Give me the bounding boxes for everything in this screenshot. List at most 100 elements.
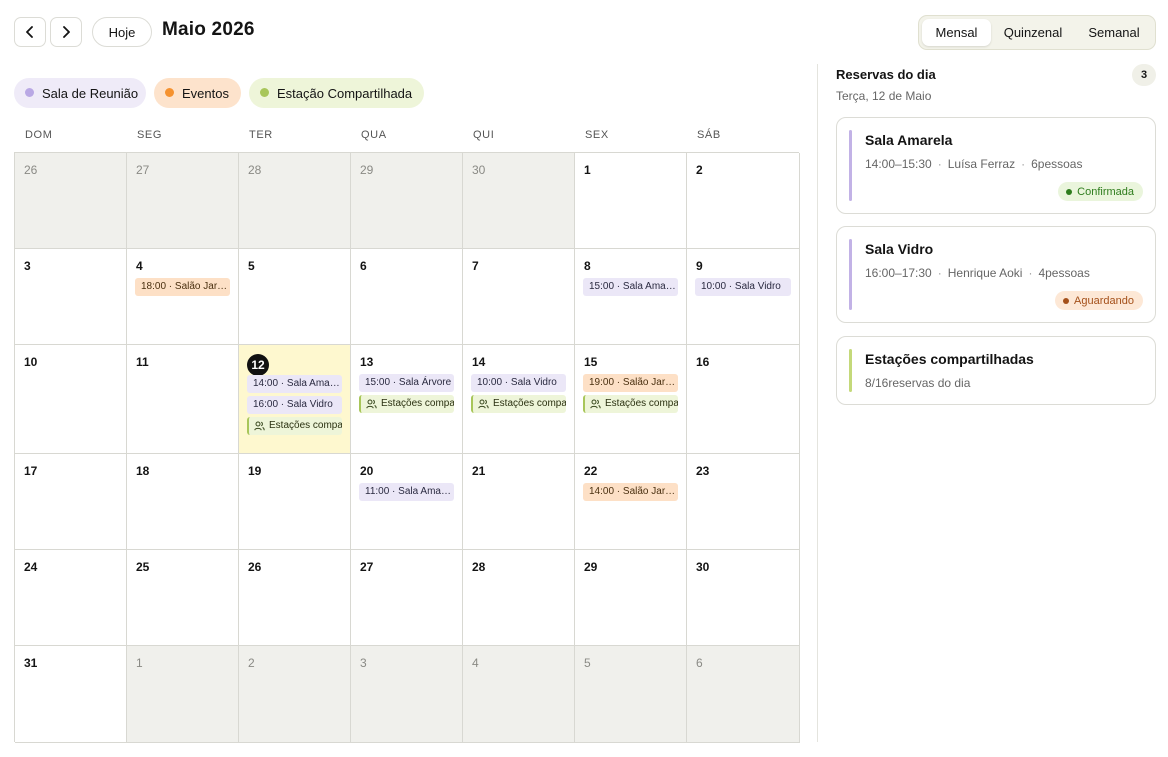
prev-month-button[interactable]: [14, 17, 46, 47]
view-tab-quinzenal[interactable]: Quinzenal: [995, 19, 1071, 46]
today-button[interactable]: Hoje: [92, 17, 152, 47]
meta-separator: ·: [937, 157, 942, 171]
day-cell[interactable]: 13 15:00 · Sala Árvore Estações compartilh…: [351, 345, 463, 454]
day-number: 1: [136, 656, 143, 670]
day-cell[interactable]: 16: [687, 345, 800, 454]
day-cell[interactable]: 24: [15, 550, 127, 646]
day-cell[interactable]: 27: [127, 153, 239, 249]
day-cell[interactable]: 18: [127, 454, 239, 550]
day-cell[interactable]: 31: [15, 646, 127, 743]
day-cell[interactable]: 14 10:00 · Sala Vidro Estações compartilha…: [463, 345, 575, 454]
shared-stations-event[interactable]: Estações compartilhadas: [471, 395, 566, 413]
day-cell[interactable]: 6: [351, 249, 463, 345]
day-cell[interactable]: 6: [687, 646, 800, 743]
next-month-button[interactable]: [50, 17, 82, 47]
day-cell[interactable]: 2: [239, 646, 351, 743]
shared-stations-card[interactable]: Estações compartilhadas 8/16reservas do d…: [836, 336, 1156, 405]
legend-dot: [260, 88, 269, 97]
booking-card[interactable]: Sala Amarela 14:00–15:30 · Luísa Ferraz · 6pe…: [836, 117, 1156, 214]
event-label: 18:00 · Salão Jardim: [141, 281, 230, 292]
day-cell[interactable]: 2: [687, 153, 800, 249]
booking-color-bar: [849, 239, 852, 310]
legend-chip[interactable]: Sala de Reunião: [14, 78, 146, 108]
booking-card[interactable]: Sala Vidro 16:00–17:30 · Henrique Aoki · 4pes…: [836, 226, 1156, 323]
day-cell[interactable]: 1: [127, 646, 239, 743]
day-cell[interactable]: 7: [463, 249, 575, 345]
event-booking[interactable]: 18:00 · Salão Jardim: [135, 278, 230, 296]
day-cell[interactable]: 5: [575, 646, 687, 743]
day-number: 24: [24, 560, 38, 574]
day-cell[interactable]: 5: [239, 249, 351, 345]
chevron-right-icon: [63, 26, 70, 38]
event-label: Estações compartilhadas: [269, 420, 342, 431]
booking-people: 4pessoas: [1038, 266, 1090, 280]
day-cell[interactable]: 3: [351, 646, 463, 743]
today-day-badge: 12: [247, 354, 269, 376]
day-cell[interactable]: 29: [575, 550, 687, 646]
day-cell[interactable]: 9 10:00 · Sala Vidro: [687, 249, 800, 345]
room-booking[interactable]: 16:00 · Sala Vidro: [247, 396, 342, 414]
day-cell[interactable]: 21: [463, 454, 575, 550]
day-number: 23: [696, 464, 710, 478]
day-cell[interactable]: 25: [127, 550, 239, 646]
day-cell[interactable]: 28: [463, 550, 575, 646]
day-number: 5: [248, 259, 255, 273]
day-number: 4: [472, 656, 479, 670]
day-cell[interactable]: 19: [239, 454, 351, 550]
day-cell[interactable]: 4 18:00 · Salão Jardim: [127, 249, 239, 345]
event-booking[interactable]: 19:00 · Salão Jardim: [583, 374, 678, 392]
day-cell[interactable]: 1: [575, 153, 687, 249]
booking-time: 16:00–17:30: [865, 266, 932, 280]
day-cell[interactable]: 15 19:00 · Salão Jardim Estações compartil…: [575, 345, 687, 454]
day-cell[interactable]: 30: [463, 153, 575, 249]
view-tab-semanal[interactable]: Semanal: [1075, 19, 1153, 46]
day-cell[interactable]: 17: [15, 454, 127, 550]
day-cell[interactable]: 22 14:00 · Salão Jardim: [575, 454, 687, 550]
room-booking[interactable]: 15:00 · Sala Árvore: [359, 374, 454, 392]
room-booking[interactable]: 10:00 · Sala Vidro: [695, 278, 791, 296]
status-label: Aguardando: [1074, 294, 1134, 307]
day-cell[interactable]: 3: [15, 249, 127, 345]
room-booking[interactable]: 10:00 · Sala Vidro: [471, 374, 566, 392]
day-number: 28: [248, 163, 262, 177]
day-number: 1: [584, 163, 591, 177]
room-booking[interactable]: 14:00 · Sala Amarela: [247, 375, 342, 393]
shared-stations-event[interactable]: Estações compartilhadas: [359, 395, 454, 413]
shared-stations-event[interactable]: Estações compartilhadas: [247, 417, 342, 435]
day-cell[interactable]: 23: [687, 454, 800, 550]
legend-dot: [25, 88, 34, 97]
room-booking[interactable]: 11:00 · Sala Amarela: [359, 483, 454, 501]
day-cell[interactable]: 26: [15, 153, 127, 249]
booking-people: 6pessoas: [1031, 157, 1083, 171]
room-booking[interactable]: 15:00 · Sala Amarela: [583, 278, 678, 296]
day-cell[interactable]: 26: [239, 550, 351, 646]
event-label: 16:00 · Sala Vidro: [253, 399, 333, 410]
status-label: Confirmada: [1077, 185, 1134, 198]
day-cell[interactable]: 11: [127, 345, 239, 454]
shared-stations-event[interactable]: Estações compartilhadas: [583, 395, 678, 413]
view-tab-mensal[interactable]: Mensal: [922, 19, 991, 46]
day-number: 20: [360, 464, 374, 478]
event-booking[interactable]: 14:00 · Salão Jardim: [583, 483, 678, 501]
legend-chip[interactable]: Estação Compartilhada: [249, 78, 424, 108]
weekday-label: SEG: [137, 129, 163, 141]
day-number: 14: [472, 355, 486, 369]
users-icon: [366, 399, 377, 409]
day-cell[interactable]: 20 11:00 · Sala Amarela: [351, 454, 463, 550]
day-cell[interactable]: 29: [351, 153, 463, 249]
day-cell[interactable]: 30: [687, 550, 800, 646]
sidebar-divider: [817, 64, 818, 742]
shared-color-bar: [849, 349, 852, 392]
day-cell[interactable]: 4: [463, 646, 575, 743]
chevron-left-icon: [26, 26, 33, 38]
day-cell[interactable]: 12 14:00 · Sala Amarela 16:00 · Sala Vidro…: [239, 345, 351, 454]
day-cell[interactable]: 8 15:00 · Sala Amarela: [575, 249, 687, 345]
day-number: 30: [696, 560, 710, 574]
day-cell[interactable]: 28: [239, 153, 351, 249]
day-cell[interactable]: 27: [351, 550, 463, 646]
day-number: 13: [360, 355, 374, 369]
day-cell[interactable]: 10: [15, 345, 127, 454]
meta-separator: ·: [1021, 157, 1026, 171]
legend-chip[interactable]: Eventos: [154, 78, 241, 108]
booking-color-bar: [849, 130, 852, 201]
